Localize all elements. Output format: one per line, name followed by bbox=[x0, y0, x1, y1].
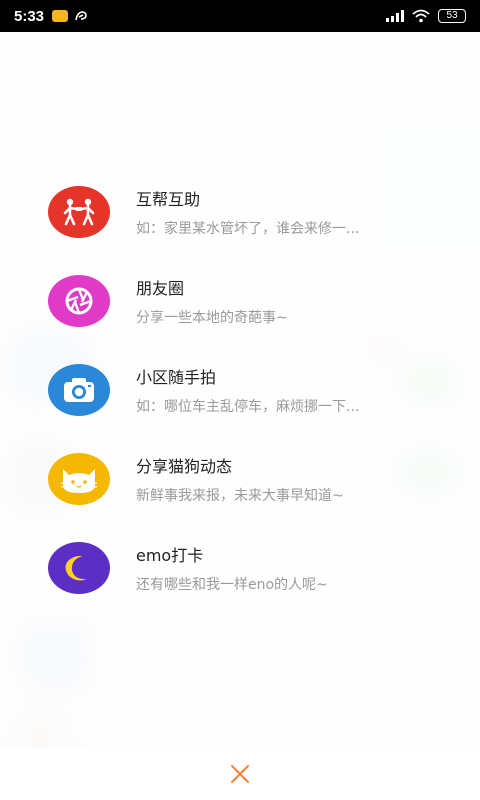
moon-icon bbox=[48, 542, 110, 594]
menu-item-mutual-help[interactable]: 互帮互助 如：家里某水管坏了，谁会来修一... bbox=[0, 180, 480, 260]
menu-item-moments[interactable]: 朋友圈 分享一些本地的奇葩事~ bbox=[0, 269, 480, 349]
cat-face-icon bbox=[48, 453, 110, 505]
menu-item-community-snapshot[interactable]: 小区随手拍 如：哪位车主乱停车，麻烦挪一下... bbox=[0, 358, 480, 438]
menu-item-pet-updates[interactable]: 分享猫狗动态 新鲜事我来报，未来大事早知道~ bbox=[0, 447, 480, 527]
menu-item-subtitle: 如：哪位车主乱停车，麻烦挪一下... bbox=[136, 399, 360, 415]
menu-item-title: 互帮互助 bbox=[136, 190, 201, 209]
signal-icon bbox=[386, 10, 404, 22]
bottom-bar bbox=[0, 748, 480, 800]
close-button[interactable] bbox=[226, 760, 254, 788]
notification-app-icon bbox=[52, 10, 69, 22]
close-icon bbox=[231, 765, 249, 783]
menu-item-title: emo打卡 bbox=[136, 546, 204, 565]
status-time: 5:33 bbox=[14, 7, 45, 25]
menu-item-subtitle: 还有哪些和我一样eno的人呢~ bbox=[136, 577, 328, 593]
menu-item-subtitle: 如：家里某水管坏了，谁会来修一... bbox=[136, 221, 360, 237]
menu-item-title: 分享猫狗动态 bbox=[136, 457, 233, 476]
wifi-icon bbox=[412, 9, 430, 23]
camera-aperture-icon bbox=[48, 275, 110, 327]
uc-browser-icon bbox=[75, 11, 87, 21]
menu-item-title: 朋友圈 bbox=[136, 279, 185, 298]
menu-item-subtitle: 新鲜事我来报，未来大事早知道~ bbox=[136, 488, 344, 504]
helping-people-icon bbox=[48, 186, 110, 238]
menu-item-subtitle: 分享一些本地的奇葩事~ bbox=[136, 310, 288, 326]
battery-icon: 53 bbox=[438, 9, 466, 23]
status-indicators: 53 bbox=[386, 9, 466, 23]
camera-icon bbox=[48, 364, 110, 416]
status-bar: 5:33 53 bbox=[0, 0, 480, 32]
menu-item-title: 小区随手拍 bbox=[136, 368, 217, 387]
menu-item-emo-checkin[interactable]: emo打卡 还有哪些和我一样eno的人呢~ bbox=[0, 536, 480, 616]
